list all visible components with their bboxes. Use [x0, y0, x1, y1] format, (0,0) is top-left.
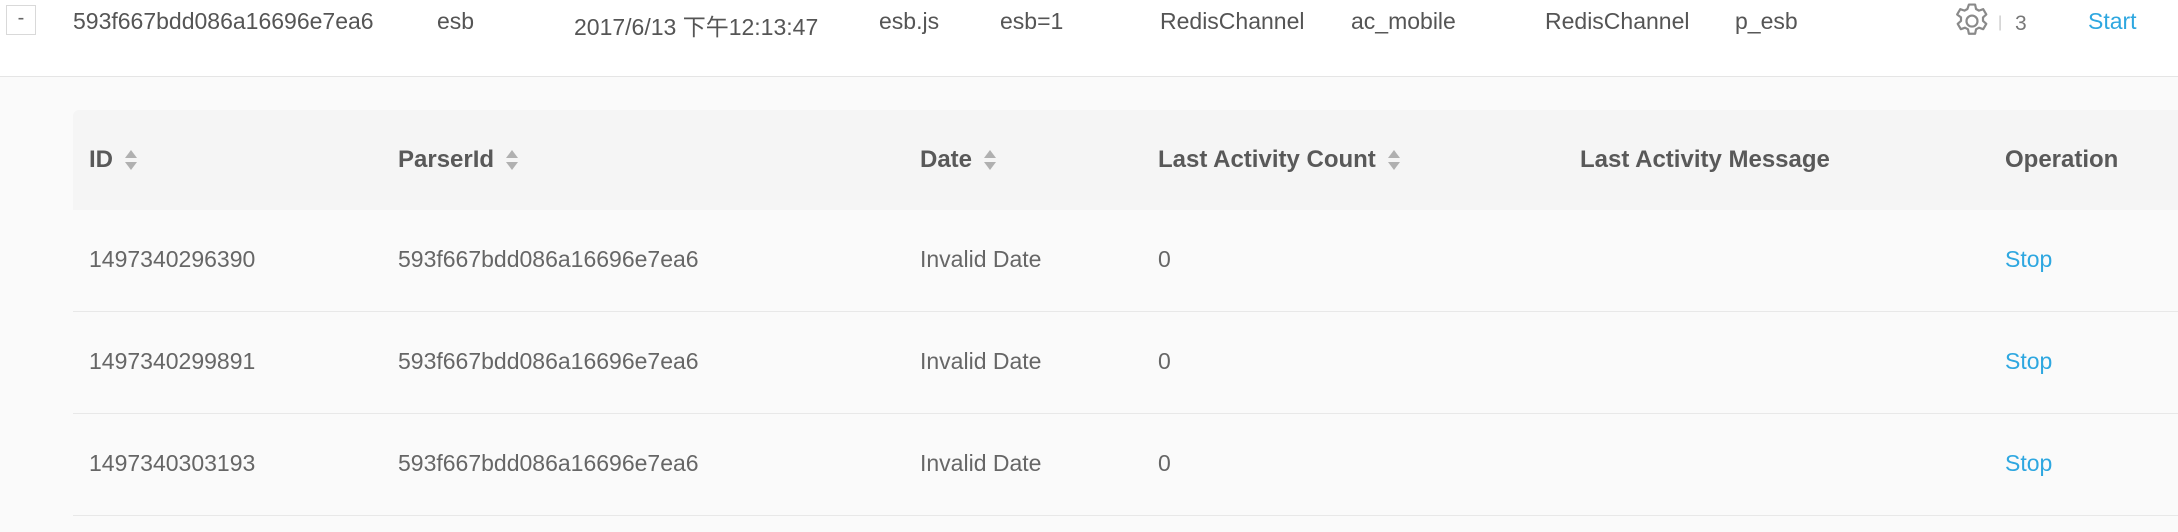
stop-link[interactable]: Stop: [2005, 450, 2052, 477]
column-header-last-activity-message: Last Activity Message: [1580, 146, 1830, 173]
row-count-cell: 0: [1158, 348, 1171, 374]
row-id-cell: 1497340299891: [89, 348, 256, 374]
parent-output-topic-cell: p_esb: [1735, 8, 1798, 34]
instances-subtable: ID ParserId Date Last Activity Count Las…: [73, 110, 2178, 532]
row-date-cell: Invalid Date: [920, 450, 1042, 476]
parent-id-cell: 593f667bdd086a16696e7ea6: [73, 8, 374, 34]
row-parserid-cell: 593f667bdd086a16696e7ea6: [398, 246, 699, 272]
gear-icon[interactable]: [1950, 0, 1994, 44]
row-parserid-cell: 593f667bdd086a16696e7ea6: [398, 450, 699, 476]
column-header-last-activity-count[interactable]: Last Activity Count: [1158, 146, 1402, 174]
parent-name-cell: esb: [437, 8, 475, 34]
collapse-row-button[interactable]: -: [6, 5, 36, 35]
row-parserid-cell: 593f667bdd086a16696e7ea6: [398, 348, 699, 374]
parent-date-cell: 2017/6/13 下午12:13:47: [574, 14, 819, 40]
column-header-parserid[interactable]: ParserId: [398, 146, 520, 174]
parent-script-cell: esb.js: [879, 8, 940, 34]
sort-icon[interactable]: [506, 149, 520, 171]
parent-input-topic-cell: ac_mobile: [1351, 8, 1456, 34]
row-date-cell: Invalid Date: [920, 348, 1042, 374]
separator: |: [1998, 14, 2003, 31]
parent-table-row: - 593f667bdd086a16696e7ea6 esb 2017/6/13…: [0, 0, 2178, 77]
column-header-operation: Operation: [2005, 146, 2119, 173]
subtable-header: ID ParserId Date Last Activity Count Las…: [73, 110, 2178, 210]
row-id-cell: 1497340303193: [89, 450, 256, 476]
parent-param-cell: esb=1: [1000, 8, 1064, 34]
row-count-cell: 0: [1158, 246, 1171, 272]
stop-link[interactable]: Stop: [2005, 348, 2052, 375]
parent-output-channel-cell: RedisChannel: [1545, 8, 1690, 34]
row-id-cell: 1497340296390: [89, 246, 256, 272]
stop-link[interactable]: Stop: [2005, 246, 2052, 273]
table-row: 1497340299891 593f667bdd086a16696e7ea6 I…: [73, 312, 2178, 414]
start-link[interactable]: Start: [2088, 8, 2137, 35]
parent-input-channel-cell: RedisChannel: [1160, 8, 1305, 34]
sort-icon[interactable]: [125, 149, 139, 171]
table-row: 1497340303193 593f667bdd086a16696e7ea6 I…: [73, 414, 2178, 516]
sort-icon[interactable]: [1387, 149, 1402, 171]
instance-count: 3: [2015, 12, 2027, 35]
sort-icon[interactable]: [984, 149, 998, 171]
column-header-id[interactable]: ID: [89, 146, 139, 174]
row-date-cell: Invalid Date: [920, 246, 1042, 272]
table-row: 1497340296390 593f667bdd086a16696e7ea6 I…: [73, 210, 2178, 312]
row-count-cell: 0: [1158, 450, 1171, 476]
column-header-date[interactable]: Date: [920, 146, 998, 174]
